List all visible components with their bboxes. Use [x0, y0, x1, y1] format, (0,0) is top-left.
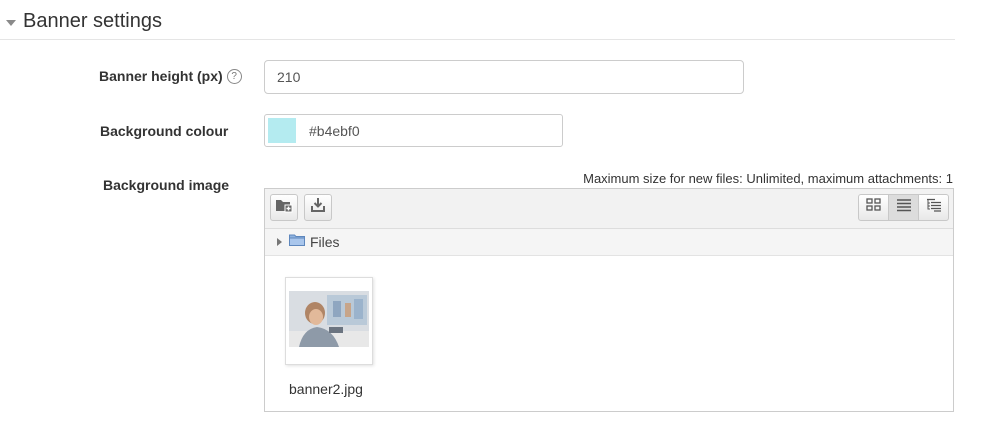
file-manager-toolbar	[265, 189, 953, 229]
file-manager: Files banner2.jpg	[264, 188, 954, 412]
tree-icon	[926, 198, 942, 217]
banner-height-label-row: Banner height (px)?	[99, 68, 242, 85]
path-bar: Files	[265, 229, 953, 256]
colour-swatch[interactable]	[268, 118, 296, 143]
caret-down-icon	[6, 19, 16, 26]
icon-view-button[interactable]	[858, 194, 889, 221]
section-toggle[interactable]: Banner settings	[6, 10, 162, 33]
section-title: Banner settings	[23, 10, 162, 32]
grid-icon	[865, 198, 882, 217]
view-mode-group	[858, 194, 949, 221]
file-name[interactable]: banner2.jpg	[285, 381, 367, 397]
path-files-link[interactable]: Files	[310, 234, 340, 250]
list-view-button[interactable]	[888, 194, 919, 221]
list-icon	[896, 198, 912, 217]
expand-arrow-icon[interactable]	[277, 238, 282, 246]
add-file-button[interactable]	[270, 194, 298, 221]
folder-icon	[289, 233, 305, 251]
background-colour-label: Background colour	[100, 123, 229, 139]
file-thumbnail[interactable]	[285, 277, 373, 365]
download-icon	[310, 197, 326, 218]
file-limits-text: Maximum size for new files: Unlimited, m…	[583, 171, 953, 186]
background-image-label: Background image	[103, 177, 230, 193]
tree-view-button[interactable]	[918, 194, 949, 221]
colour-value[interactable]: #b4ebf0	[309, 123, 360, 139]
file-item[interactable]: banner2.jpg	[285, 277, 375, 397]
download-all-button[interactable]	[304, 194, 332, 221]
image-thumbnail	[289, 290, 369, 352]
colour-picker-field[interactable]: #b4ebf0	[264, 114, 563, 147]
section-divider	[0, 39, 955, 40]
question-circle-icon[interactable]: ?	[226, 68, 242, 84]
add-folder-icon	[275, 197, 293, 218]
banner-height-input[interactable]	[264, 60, 744, 94]
banner-height-label: Banner height (px)	[99, 68, 223, 84]
